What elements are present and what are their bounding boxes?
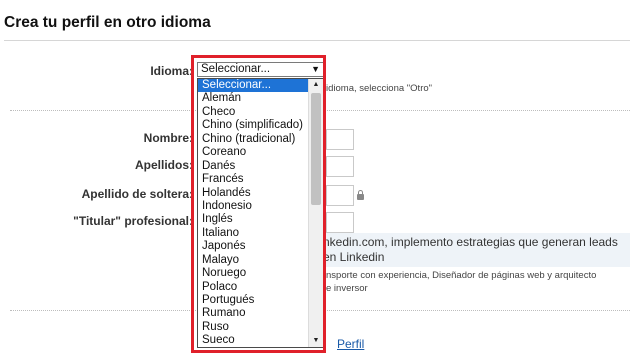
- first-name-field[interactable]: [326, 129, 354, 150]
- headline-hint-line-1: nsporte con experiencia, Diseñador de pá…: [326, 270, 597, 281]
- lock-icon: [357, 190, 364, 200]
- first-name-label: Nombre:: [143, 131, 193, 145]
- last-name-field[interactable]: [326, 156, 354, 177]
- headline-label: "Titular" profesional:: [73, 214, 193, 228]
- profile-link[interactable]: Perfil: [337, 337, 364, 351]
- language-label: Idioma:: [150, 64, 193, 78]
- maiden-name-label: Apellido de soltera:: [81, 187, 193, 201]
- page-title: Crea tu perfil en otro idioma: [4, 14, 211, 31]
- headline-hint-line-2: e inversor: [326, 283, 368, 294]
- headline-example-line-1: nkedin.com, implemento estrategias que g…: [323, 235, 618, 249]
- headline-example-box: nkedin.com, implemento estrategias que g…: [318, 233, 630, 267]
- headline-example-line-2: en Linkedin: [323, 250, 385, 264]
- highlight-frame: [191, 55, 326, 353]
- language-hint: idioma, selecciona "Otro": [326, 83, 433, 94]
- headline-field[interactable]: [326, 212, 354, 233]
- maiden-name-field[interactable]: [326, 185, 354, 206]
- title-divider: [4, 40, 630, 41]
- last-name-label: Apellidos:: [134, 158, 193, 172]
